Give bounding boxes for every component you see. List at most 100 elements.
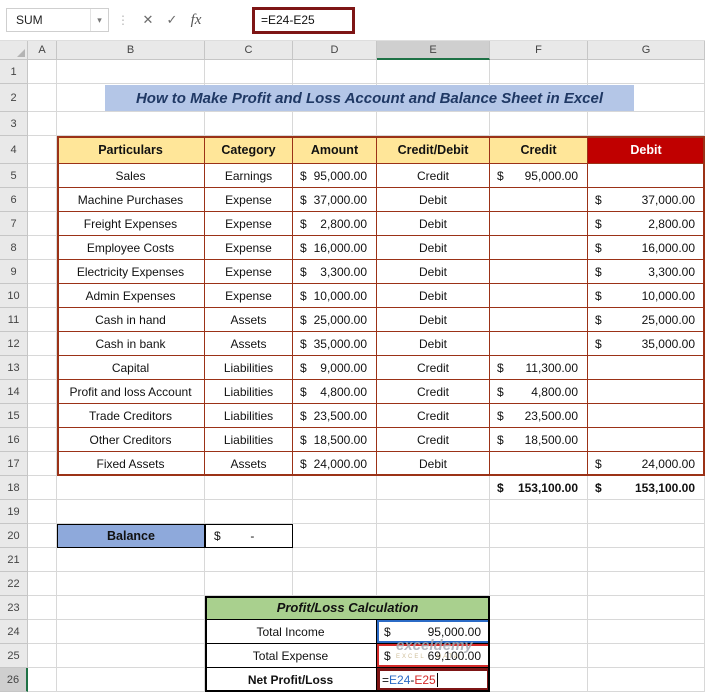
grid-cell[interactable] bbox=[205, 500, 293, 524]
cell-amount[interactable]: $ 3,300.00 bbox=[293, 260, 377, 284]
cell-credit[interactable] bbox=[490, 236, 588, 260]
total-income-cell[interactable]: $ 95,000.00 bbox=[377, 620, 490, 644]
cell-debit[interactable] bbox=[588, 164, 705, 188]
grid-cell[interactable] bbox=[490, 60, 588, 84]
column-header-F[interactable]: F bbox=[490, 41, 588, 60]
cell-credit-debit[interactable]: Debit bbox=[377, 260, 490, 284]
grid-cell[interactable] bbox=[28, 644, 57, 668]
grid-cell[interactable] bbox=[28, 164, 57, 188]
total-expense-cell[interactable]: $ 69,100.00 bbox=[377, 644, 490, 668]
column-header-D[interactable]: D bbox=[293, 41, 377, 60]
grid-cell[interactable] bbox=[57, 644, 205, 668]
grid-cell[interactable] bbox=[490, 596, 588, 620]
row-header-24[interactable]: 24 bbox=[0, 620, 28, 644]
cell-category[interactable]: Liabilities bbox=[205, 428, 293, 452]
grid-cell[interactable] bbox=[28, 308, 57, 332]
name-box[interactable]: SUM ▾ bbox=[6, 8, 109, 32]
grid-cell[interactable] bbox=[205, 60, 293, 84]
grid-cell[interactable] bbox=[205, 476, 293, 500]
insert-function-icon[interactable]: fx bbox=[184, 9, 208, 31]
cell-credit[interactable] bbox=[490, 260, 588, 284]
grid-cell[interactable] bbox=[588, 548, 705, 572]
grid-cell[interactable] bbox=[293, 476, 377, 500]
grid-cell[interactable] bbox=[490, 572, 588, 596]
cell-credit[interactable]: $ 23,500.00 bbox=[490, 404, 588, 428]
cell-amount[interactable]: $ 9,000.00 bbox=[293, 356, 377, 380]
chevron-down-icon[interactable]: ▾ bbox=[90, 9, 108, 31]
net-profit-loss-label[interactable]: Net Profit/Loss bbox=[205, 668, 377, 692]
cell-credit-debit[interactable]: Credit bbox=[377, 380, 490, 404]
grid-cell[interactable] bbox=[57, 620, 205, 644]
grid-cell[interactable] bbox=[28, 668, 57, 692]
cell-credit[interactable]: $ 95,000.00 bbox=[490, 164, 588, 188]
cell-category[interactable]: Assets bbox=[205, 332, 293, 356]
grid-cell[interactable] bbox=[490, 524, 588, 548]
cell-particulars[interactable]: Cash in bank bbox=[57, 332, 205, 356]
row-header-11[interactable]: 11 bbox=[0, 308, 28, 332]
cell-credit[interactable] bbox=[490, 452, 588, 476]
cell-particulars[interactable]: Admin Expenses bbox=[57, 284, 205, 308]
grid-cell[interactable] bbox=[28, 356, 57, 380]
cell-credit-debit[interactable]: Debit bbox=[377, 332, 490, 356]
grid-cell[interactable] bbox=[377, 572, 490, 596]
column-header-B[interactable]: B bbox=[57, 41, 205, 60]
cell-category[interactable]: Earnings bbox=[205, 164, 293, 188]
grid-cell[interactable] bbox=[490, 668, 588, 692]
grid-cell[interactable] bbox=[588, 644, 705, 668]
grid-cell[interactable] bbox=[293, 548, 377, 572]
grid-cell[interactable] bbox=[490, 548, 588, 572]
grid-cell[interactable] bbox=[588, 112, 705, 136]
header-amount[interactable]: Amount bbox=[293, 136, 377, 164]
profit-loss-title[interactable]: Profit/Loss Calculation bbox=[205, 596, 490, 620]
row-header-9[interactable]: 9 bbox=[0, 260, 28, 284]
header-credit[interactable]: Credit bbox=[490, 136, 588, 164]
row-header-6[interactable]: 6 bbox=[0, 188, 28, 212]
grid-cell[interactable] bbox=[293, 60, 377, 84]
total-debit-cell[interactable]: $ 153,100.00 bbox=[588, 476, 705, 500]
grid-cell[interactable] bbox=[28, 452, 57, 476]
grid-cell[interactable] bbox=[28, 596, 57, 620]
cell-credit-debit[interactable]: Debit bbox=[377, 188, 490, 212]
total-expense-label[interactable]: Total Expense bbox=[205, 644, 377, 668]
cell-credit-debit[interactable]: Debit bbox=[377, 236, 490, 260]
grid-cell[interactable] bbox=[28, 548, 57, 572]
grid-cell[interactable] bbox=[28, 524, 57, 548]
grid-cell[interactable] bbox=[28, 260, 57, 284]
grid-cell[interactable] bbox=[293, 500, 377, 524]
grid-cell[interactable] bbox=[377, 500, 490, 524]
enter-icon[interactable]: ✓ bbox=[160, 9, 184, 31]
column-header-C[interactable]: C bbox=[205, 41, 293, 60]
grid-cell[interactable] bbox=[588, 668, 705, 692]
grid-cell[interactable] bbox=[28, 236, 57, 260]
grid-cell[interactable] bbox=[28, 476, 57, 500]
row-header-7[interactable]: 7 bbox=[0, 212, 28, 236]
grid-cell[interactable] bbox=[57, 572, 205, 596]
cell-credit-debit[interactable]: Credit bbox=[377, 164, 490, 188]
cell-category[interactable]: Liabilities bbox=[205, 404, 293, 428]
row-header-19[interactable]: 19 bbox=[0, 500, 28, 524]
cell-amount[interactable]: $ 37,000.00 bbox=[293, 188, 377, 212]
cell-credit[interactable] bbox=[490, 308, 588, 332]
cell-credit-debit[interactable]: Debit bbox=[377, 308, 490, 332]
grid-cell[interactable] bbox=[205, 548, 293, 572]
cell-category[interactable]: Liabilities bbox=[205, 356, 293, 380]
row-header-16[interactable]: 16 bbox=[0, 428, 28, 452]
cell-amount[interactable]: $ 95,000.00 bbox=[293, 164, 377, 188]
cell-particulars[interactable]: Machine Purchases bbox=[57, 188, 205, 212]
total-credit-cell[interactable]: $ 153,100.00 bbox=[490, 476, 588, 500]
header-credit-debit[interactable]: Credit/Debit bbox=[377, 136, 490, 164]
net-profit-loss-cell-editing[interactable]: = E24- E25 bbox=[377, 668, 490, 692]
grid-cell[interactable] bbox=[57, 60, 205, 84]
cell-particulars[interactable]: Fixed Assets bbox=[57, 452, 205, 476]
cancel-icon[interactable]: ✕ bbox=[136, 9, 160, 31]
cell-particulars[interactable]: Electricity Expenses bbox=[57, 260, 205, 284]
row-header-26[interactable]: 26 bbox=[0, 668, 28, 692]
cell-debit[interactable]: $ 25,000.00 bbox=[588, 308, 705, 332]
cell-amount[interactable]: $ 35,000.00 bbox=[293, 332, 377, 356]
cell-debit[interactable] bbox=[588, 356, 705, 380]
grid-cell[interactable] bbox=[377, 548, 490, 572]
grid-cell[interactable] bbox=[377, 476, 490, 500]
column-header-A[interactable]: A bbox=[28, 41, 57, 60]
cell-credit[interactable]: $ 18,500.00 bbox=[490, 428, 588, 452]
grid-cell[interactable] bbox=[28, 380, 57, 404]
